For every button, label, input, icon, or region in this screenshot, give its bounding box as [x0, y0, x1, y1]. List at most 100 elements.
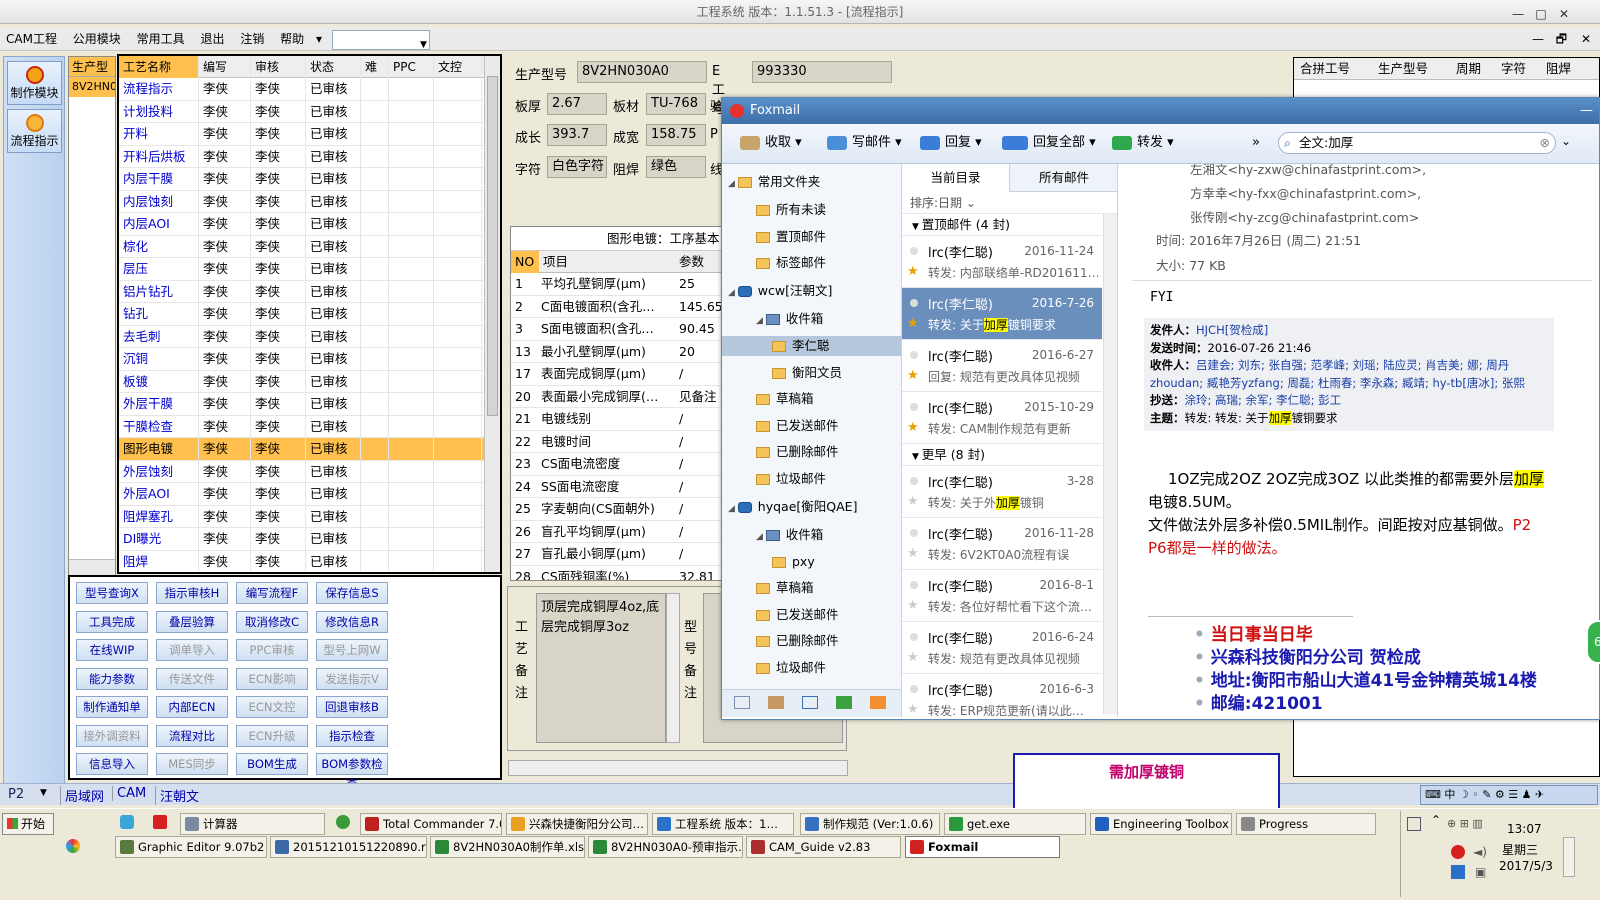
table-row[interactable]: 内层AOI 李侠 李侠 已审核	[119, 213, 484, 236]
star-icon[interactable]: ★	[907, 368, 919, 383]
folder-item[interactable]: 垃圾邮件	[756, 469, 826, 489]
table-row[interactable]: 28 CS面残铜率(%) 32.81	[511, 566, 721, 581]
star-icon[interactable]: ★	[907, 546, 919, 561]
expand-arrow-icon[interactable]: ◢	[728, 504, 738, 514]
table-row[interactable]: 17 表面完成铜厚(μm) /	[511, 363, 721, 386]
page-selector[interactable]: P2	[8, 787, 24, 802]
col-process[interactable]: 工艺名称	[119, 56, 199, 78]
colors-icon[interactable]	[66, 839, 80, 853]
tab-cam[interactable]: CAM	[112, 786, 150, 801]
scroll-thumb[interactable]	[487, 76, 498, 416]
table-row[interactable]: 阻焊塞孔 李侠 李侠 已审核	[119, 505, 484, 528]
col-combine-no[interactable]: 合拼工号	[1300, 58, 1350, 80]
action-button[interactable]: ECN升级	[236, 724, 308, 747]
table-row[interactable]: 外层AOI 李侠 李侠 已审核	[119, 483, 484, 506]
reply-all-button[interactable]: 回复全部 ▾	[1002, 133, 1096, 153]
folder-item[interactable]: 李仁聪	[722, 336, 901, 356]
compose-button[interactable]: 写邮件 ▾	[827, 133, 902, 153]
taskbar-button[interactable]: 制作规范 (Ver:1.0.6)	[800, 813, 940, 835]
table-row[interactable]: 阻焊 李侠 李侠 已审核	[119, 550, 484, 572]
star-icon[interactable]: ★	[907, 650, 919, 665]
action-button[interactable]: ECN影响	[236, 667, 308, 690]
star-icon[interactable]: ★	[907, 702, 919, 717]
table-row[interactable]: 内层干膜 李侠 李侠 已审核	[119, 168, 484, 191]
process-remark-text[interactable]: 顶层完成铜厚4oz,底层完成铜厚3oz	[536, 593, 666, 743]
table-row[interactable]: 开料后烘板 李侠 李侠 已审核	[119, 145, 484, 168]
module-make[interactable]: 制作模块	[7, 61, 62, 105]
floating-widget-icon[interactable]: 6	[1586, 620, 1600, 664]
star-icon[interactable]: ★	[907, 264, 919, 279]
action-button[interactable]: 内部ECN	[156, 696, 228, 718]
mail-item[interactable]: lrc(李仁聪) 2016-7-26 ★ 转发: 关于加厚镀铜要求	[902, 288, 1102, 340]
table-row[interactable]: 去毛刺 李侠 李侠 已审核	[119, 325, 484, 348]
col-difficulty[interactable]: 难	[361, 56, 389, 78]
taskbar-button[interactable]: 8V2HN030A0制作单.xls …	[430, 836, 585, 858]
folder-item[interactable]: 标签邮件	[756, 253, 826, 273]
toolbar-overflow-icon[interactable]: ⌄	[1561, 134, 1571, 148]
action-button[interactable]: 回退审核B	[316, 696, 388, 718]
folder-item[interactable]: 草稿箱	[756, 578, 814, 598]
mdi-close-button[interactable]: ✕	[1575, 27, 1597, 51]
mdi-min-button[interactable]: —	[1526, 27, 1550, 51]
mail-item[interactable]: lrc(李仁聪) 2016-6-24 ★ 转发: 规范有更改具体见视频	[902, 622, 1102, 674]
col-ppc[interactable]: PPC	[389, 56, 434, 78]
star-icon[interactable]: ★	[907, 316, 919, 331]
folder-item[interactable]: pxy	[772, 552, 815, 572]
collapse-icon[interactable]: ▼	[912, 452, 922, 462]
network-tray-icon[interactable]	[1451, 865, 1465, 879]
taskbar-button[interactable]: Engineering Toolbox …	[1090, 813, 1232, 835]
table-row[interactable]: 层压 李侠 李侠 已审核	[119, 258, 484, 281]
action-button[interactable]: 发送指示V	[316, 667, 388, 690]
action-button[interactable]: 取消修改C	[236, 610, 308, 633]
table-row[interactable]: 24 SS面电流密度 /	[511, 476, 721, 498]
collapse-icon[interactable]: ▼	[912, 222, 922, 232]
table-row[interactable]: 21 电镀线别 /	[511, 408, 721, 431]
ime-tools-icon[interactable]: ☽ ◦ ✎ ⚙ ☰ ♟ ✈	[1455, 788, 1544, 801]
clear-search-icon[interactable]: ⊗	[1540, 133, 1550, 153]
remark-hscroll[interactable]	[508, 760, 848, 776]
mail-item[interactable]: lrc(李仁聪) 2016-11-28 ★ 转发: 6V2KT0A0流程有误	[902, 518, 1102, 570]
col-mask[interactable]: 阻焊	[1546, 58, 1571, 80]
model-field[interactable]: 8V2HN030A0	[577, 61, 707, 83]
chevron-down-icon[interactable]: ▼	[40, 788, 47, 798]
mail-item[interactable]: lrc(李仁聪) 2016-6-27 ★ 回复: 规范有更改具体见视频	[902, 340, 1102, 392]
calendar-icon[interactable]	[802, 696, 818, 709]
table-row[interactable]: 计划投料 李侠 李侠 已审核	[119, 100, 484, 123]
col-status[interactable]: 状态	[306, 56, 361, 78]
chevron-up-icon[interactable]: ⌃	[1431, 813, 1441, 827]
taskbar-button[interactable]: 8V2HN030A0-预审指示…	[588, 836, 743, 858]
taskbar-button[interactable]: 计算器	[180, 813, 325, 835]
table-row[interactable]: 13 最小孔壁铜厚(μm) 20	[511, 341, 721, 363]
action-button[interactable]: 工具完成	[76, 610, 148, 633]
table-row[interactable]: 钻孔 李侠 李侠 已审核	[119, 303, 484, 326]
taskbar-button[interactable]: Total Commander 7.0 …	[360, 813, 502, 835]
expand-arrow-icon[interactable]: ◢	[728, 179, 738, 189]
e-field[interactable]: 993330	[752, 61, 892, 83]
fwd-cc[interactable]: 涂玲; 高瑞; 余军; 李仁聪; 彭工	[1185, 393, 1342, 407]
mail-list-vscroll[interactable]	[1103, 214, 1117, 714]
keyboard-icon[interactable]	[1407, 817, 1421, 831]
col-doc[interactable]: 文控	[434, 56, 482, 78]
col-author[interactable]: 编写	[199, 56, 251, 78]
maximize-button[interactable]: □	[1531, 2, 1551, 26]
col-model[interactable]: 生产型号	[1378, 58, 1428, 80]
more-button[interactable]: »	[1252, 133, 1260, 153]
foxmail-minimize-button[interactable]: —	[1580, 98, 1593, 124]
material-field[interactable]: TU-768	[646, 93, 706, 115]
search-input[interactable]: ⌕ 全文:加厚 ⊗	[1278, 132, 1556, 154]
mail-icon[interactable]	[734, 696, 750, 709]
display-tray-icon[interactable]: ▣	[1475, 865, 1486, 879]
col-item[interactable]: 项目	[541, 251, 568, 273]
action-button[interactable]: 编写流程F	[236, 582, 308, 604]
action-button[interactable]: 传送文件	[156, 667, 228, 690]
clock-date[interactable]: 2017/5/3	[1499, 859, 1553, 873]
action-button[interactable]: MES同步	[156, 753, 228, 775]
table-row[interactable]: 2 C面电镀面积(含孔… 145.65	[511, 296, 721, 318]
length-field[interactable]: 393.7	[547, 124, 607, 146]
col-no[interactable]: NO	[511, 251, 539, 273]
table-row[interactable]: 27 盲孔最小铜厚(μm) /	[511, 543, 721, 566]
folder-item[interactable]: 已发送邮件	[756, 416, 839, 436]
table-row[interactable]: 3 S面电镀面积(含孔… 90.45	[511, 318, 721, 341]
menu-arrow-icon[interactable]: ▾	[314, 27, 324, 51]
start-button[interactable]: 开始	[2, 813, 54, 835]
